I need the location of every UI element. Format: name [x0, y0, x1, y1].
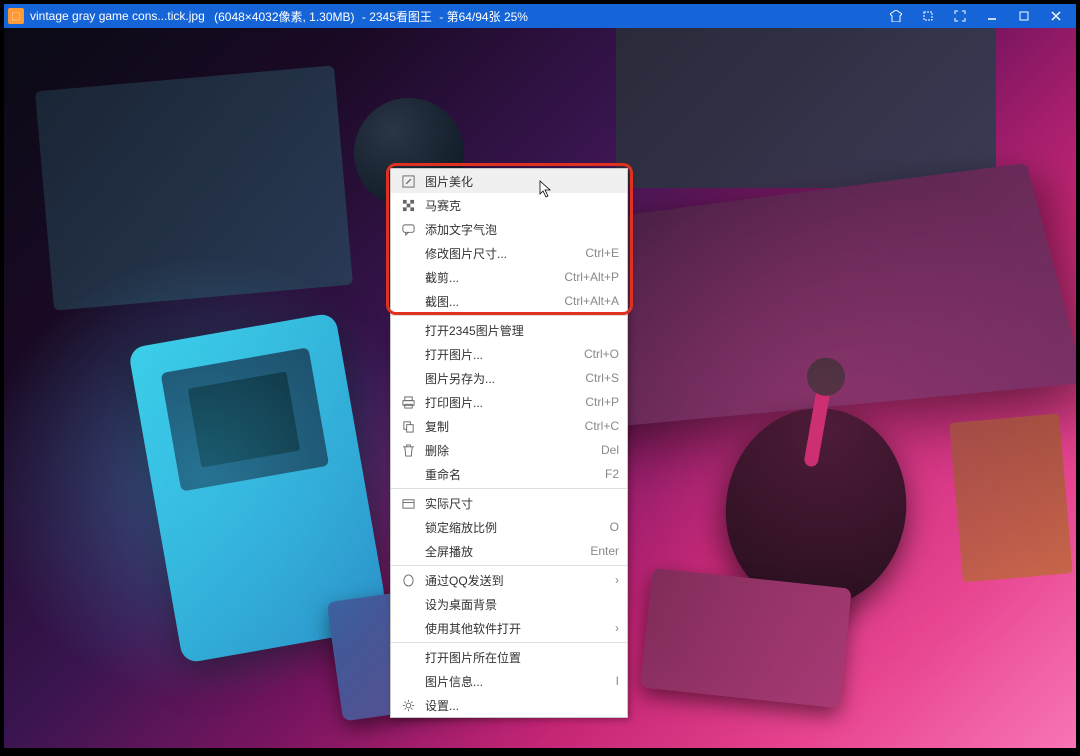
menu-item-shortcut: Del: [601, 443, 619, 457]
menu-item[interactable]: 使用其他软件打开 ›: [391, 616, 627, 640]
menu-item[interactable]: 设为桌面背景: [391, 592, 627, 616]
menu-item[interactable]: 截剪... Ctrl+Alt+P: [391, 265, 627, 289]
menu-item-label: 打开图片所在位置: [425, 649, 619, 666]
menu-item[interactable]: 马赛克: [391, 193, 627, 217]
pin-button[interactable]: [912, 5, 944, 27]
blank-icon: [399, 648, 417, 666]
blank-icon: [399, 672, 417, 690]
menu-item[interactable]: 通过QQ发送到 ›: [391, 568, 627, 592]
qq-icon: [399, 571, 417, 589]
menu-item[interactable]: 截图... Ctrl+Alt+A: [391, 289, 627, 313]
menu-item-label: 图片信息...: [425, 673, 606, 690]
blank-icon: [399, 321, 417, 339]
blank-icon: [399, 268, 417, 286]
context-menu: 图片美化马赛克添加文字气泡修改图片尺寸... Ctrl+E 截剪... Ctrl+Al…: [390, 168, 628, 718]
blank-icon: [399, 465, 417, 483]
app-icon: ⬚: [8, 8, 24, 24]
menu-item-label: 打开图片...: [425, 346, 574, 363]
menu-separator: [391, 315, 627, 316]
menu-item-shortcut: Ctrl+Alt+P: [564, 270, 619, 284]
menu-separator: [391, 565, 627, 566]
menu-item-label: 修改图片尺寸...: [425, 245, 575, 262]
menu-separator: [391, 488, 627, 489]
copy-icon: [399, 417, 417, 435]
menu-item-label: 使用其他软件打开: [425, 620, 605, 637]
skin-button[interactable]: [880, 5, 912, 27]
menu-item[interactable]: 全屏播放 Enter: [391, 539, 627, 563]
menu-item-shortcut: Ctrl+Alt+A: [564, 294, 619, 308]
menu-item-label: 实际尺寸: [425, 495, 619, 512]
app-window: ⬚ vintage gray game cons...tick.jpg (604…: [4, 4, 1076, 748]
blank-icon: [399, 345, 417, 363]
menu-item-label: 通过QQ发送到: [425, 572, 605, 589]
blank-icon: [399, 369, 417, 387]
blank-icon: [399, 595, 417, 613]
menu-item-shortcut: F2: [605, 467, 619, 481]
page-info-label: - 第64/94张 25%: [436, 8, 528, 25]
chevron-right-icon: ›: [615, 621, 619, 635]
chevron-right-icon: ›: [615, 573, 619, 587]
menu-item-shortcut: O: [610, 520, 619, 534]
menu-item-label: 删除: [425, 442, 591, 459]
dimensions-label: (6048×4032像素, 1.30MB): [211, 8, 355, 25]
menu-item[interactable]: 图片另存为... Ctrl+S: [391, 366, 627, 390]
print-icon: [399, 393, 417, 411]
menu-item[interactable]: 打开图片... Ctrl+O: [391, 342, 627, 366]
gear-icon: [399, 696, 417, 714]
menu-item[interactable]: 打开图片所在位置: [391, 645, 627, 669]
size-icon: [399, 494, 417, 512]
menu-item-label: 马赛克: [425, 197, 619, 214]
menu-item[interactable]: 打印图片... Ctrl+P: [391, 390, 627, 414]
menu-item-shortcut: Enter: [590, 544, 619, 558]
menu-item[interactable]: 锁定缩放比例 O: [391, 515, 627, 539]
menu-item-shortcut: Ctrl+C: [585, 419, 619, 433]
menu-separator: [391, 642, 627, 643]
menu-item[interactable]: 修改图片尺寸... Ctrl+E: [391, 241, 627, 265]
menu-item[interactable]: 图片信息... I: [391, 669, 627, 693]
mosaic-icon: [399, 196, 417, 214]
delete-icon: [399, 441, 417, 459]
menu-item[interactable]: 复制 Ctrl+C: [391, 414, 627, 438]
menu-item-shortcut: Ctrl+O: [584, 347, 619, 361]
menu-item-label: 设置...: [425, 697, 619, 714]
menu-item-label: 重命名: [425, 466, 595, 483]
blank-icon: [399, 244, 417, 262]
menu-item-label: 打开2345图片管理: [425, 322, 619, 339]
maximize-button[interactable]: [1008, 5, 1040, 27]
menu-item[interactable]: 实际尺寸: [391, 491, 627, 515]
bubble-icon: [399, 220, 417, 238]
blank-icon: [399, 518, 417, 536]
edit-icon: [399, 172, 417, 190]
menu-item[interactable]: 删除 Del: [391, 438, 627, 462]
menu-item[interactable]: 设置...: [391, 693, 627, 717]
filename-label: vintage gray game cons...tick.jpg: [30, 9, 205, 23]
menu-item[interactable]: 打开2345图片管理: [391, 318, 627, 342]
app-name-label: - 2345看图王: [359, 8, 432, 25]
menu-item-label: 全屏播放: [425, 543, 580, 560]
menu-item[interactable]: 重命名 F2: [391, 462, 627, 486]
blank-icon: [399, 619, 417, 637]
menu-item-shortcut: I: [616, 674, 619, 688]
fullscreen-button[interactable]: [944, 5, 976, 27]
menu-item-shortcut: Ctrl+S: [585, 371, 619, 385]
minimize-button[interactable]: [976, 5, 1008, 27]
image-viewport[interactable]: 图片美化马赛克添加文字气泡修改图片尺寸... Ctrl+E 截剪... Ctrl+Al…: [4, 28, 1076, 748]
menu-item-label: 添加文字气泡: [425, 221, 619, 238]
menu-item[interactable]: 添加文字气泡: [391, 217, 627, 241]
close-button[interactable]: [1040, 5, 1072, 27]
menu-item-label: 复制: [425, 418, 575, 435]
menu-item-label: 截剪...: [425, 269, 554, 286]
blank-icon: [399, 292, 417, 310]
menu-item-label: 锁定缩放比例: [425, 519, 600, 536]
menu-item-shortcut: Ctrl+E: [585, 246, 619, 260]
menu-item-label: 设为桌面背景: [425, 596, 619, 613]
menu-item-label: 图片另存为...: [425, 370, 575, 387]
menu-item-label: 打印图片...: [425, 394, 575, 411]
menu-item-label: 截图...: [425, 293, 554, 310]
menu-item-label: 图片美化: [425, 173, 619, 190]
menu-item[interactable]: 图片美化: [391, 169, 627, 193]
titlebar: ⬚ vintage gray game cons...tick.jpg (604…: [4, 4, 1076, 28]
menu-item-shortcut: Ctrl+P: [585, 395, 619, 409]
blank-icon: [399, 542, 417, 560]
